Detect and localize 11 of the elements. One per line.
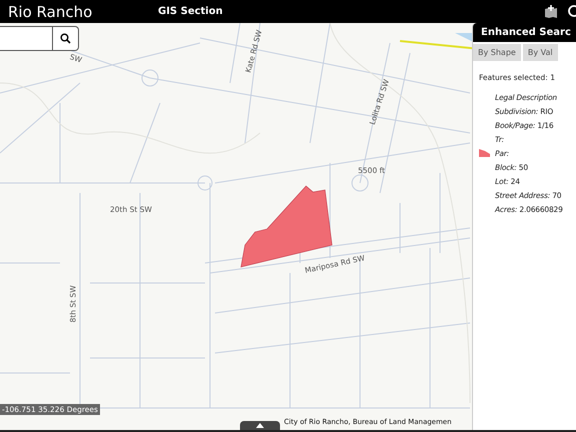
expand-button[interactable]: [240, 421, 280, 430]
app-title: Rio Rancho: [8, 2, 94, 20]
search-field[interactable]: [0, 26, 79, 51]
parcel-swatch-icon: [478, 149, 490, 157]
panel-tab[interactable]: By Shape: [473, 44, 521, 61]
section-title: GIS Section: [158, 6, 224, 17]
up-arrow-icon: [256, 423, 264, 428]
panel-title: Enhanced Searc: [473, 23, 576, 42]
panel-tab[interactable]: By Val: [522, 44, 558, 61]
search-button[interactable]: [52, 27, 78, 50]
map-add-icon[interactable]: [544, 4, 558, 18]
